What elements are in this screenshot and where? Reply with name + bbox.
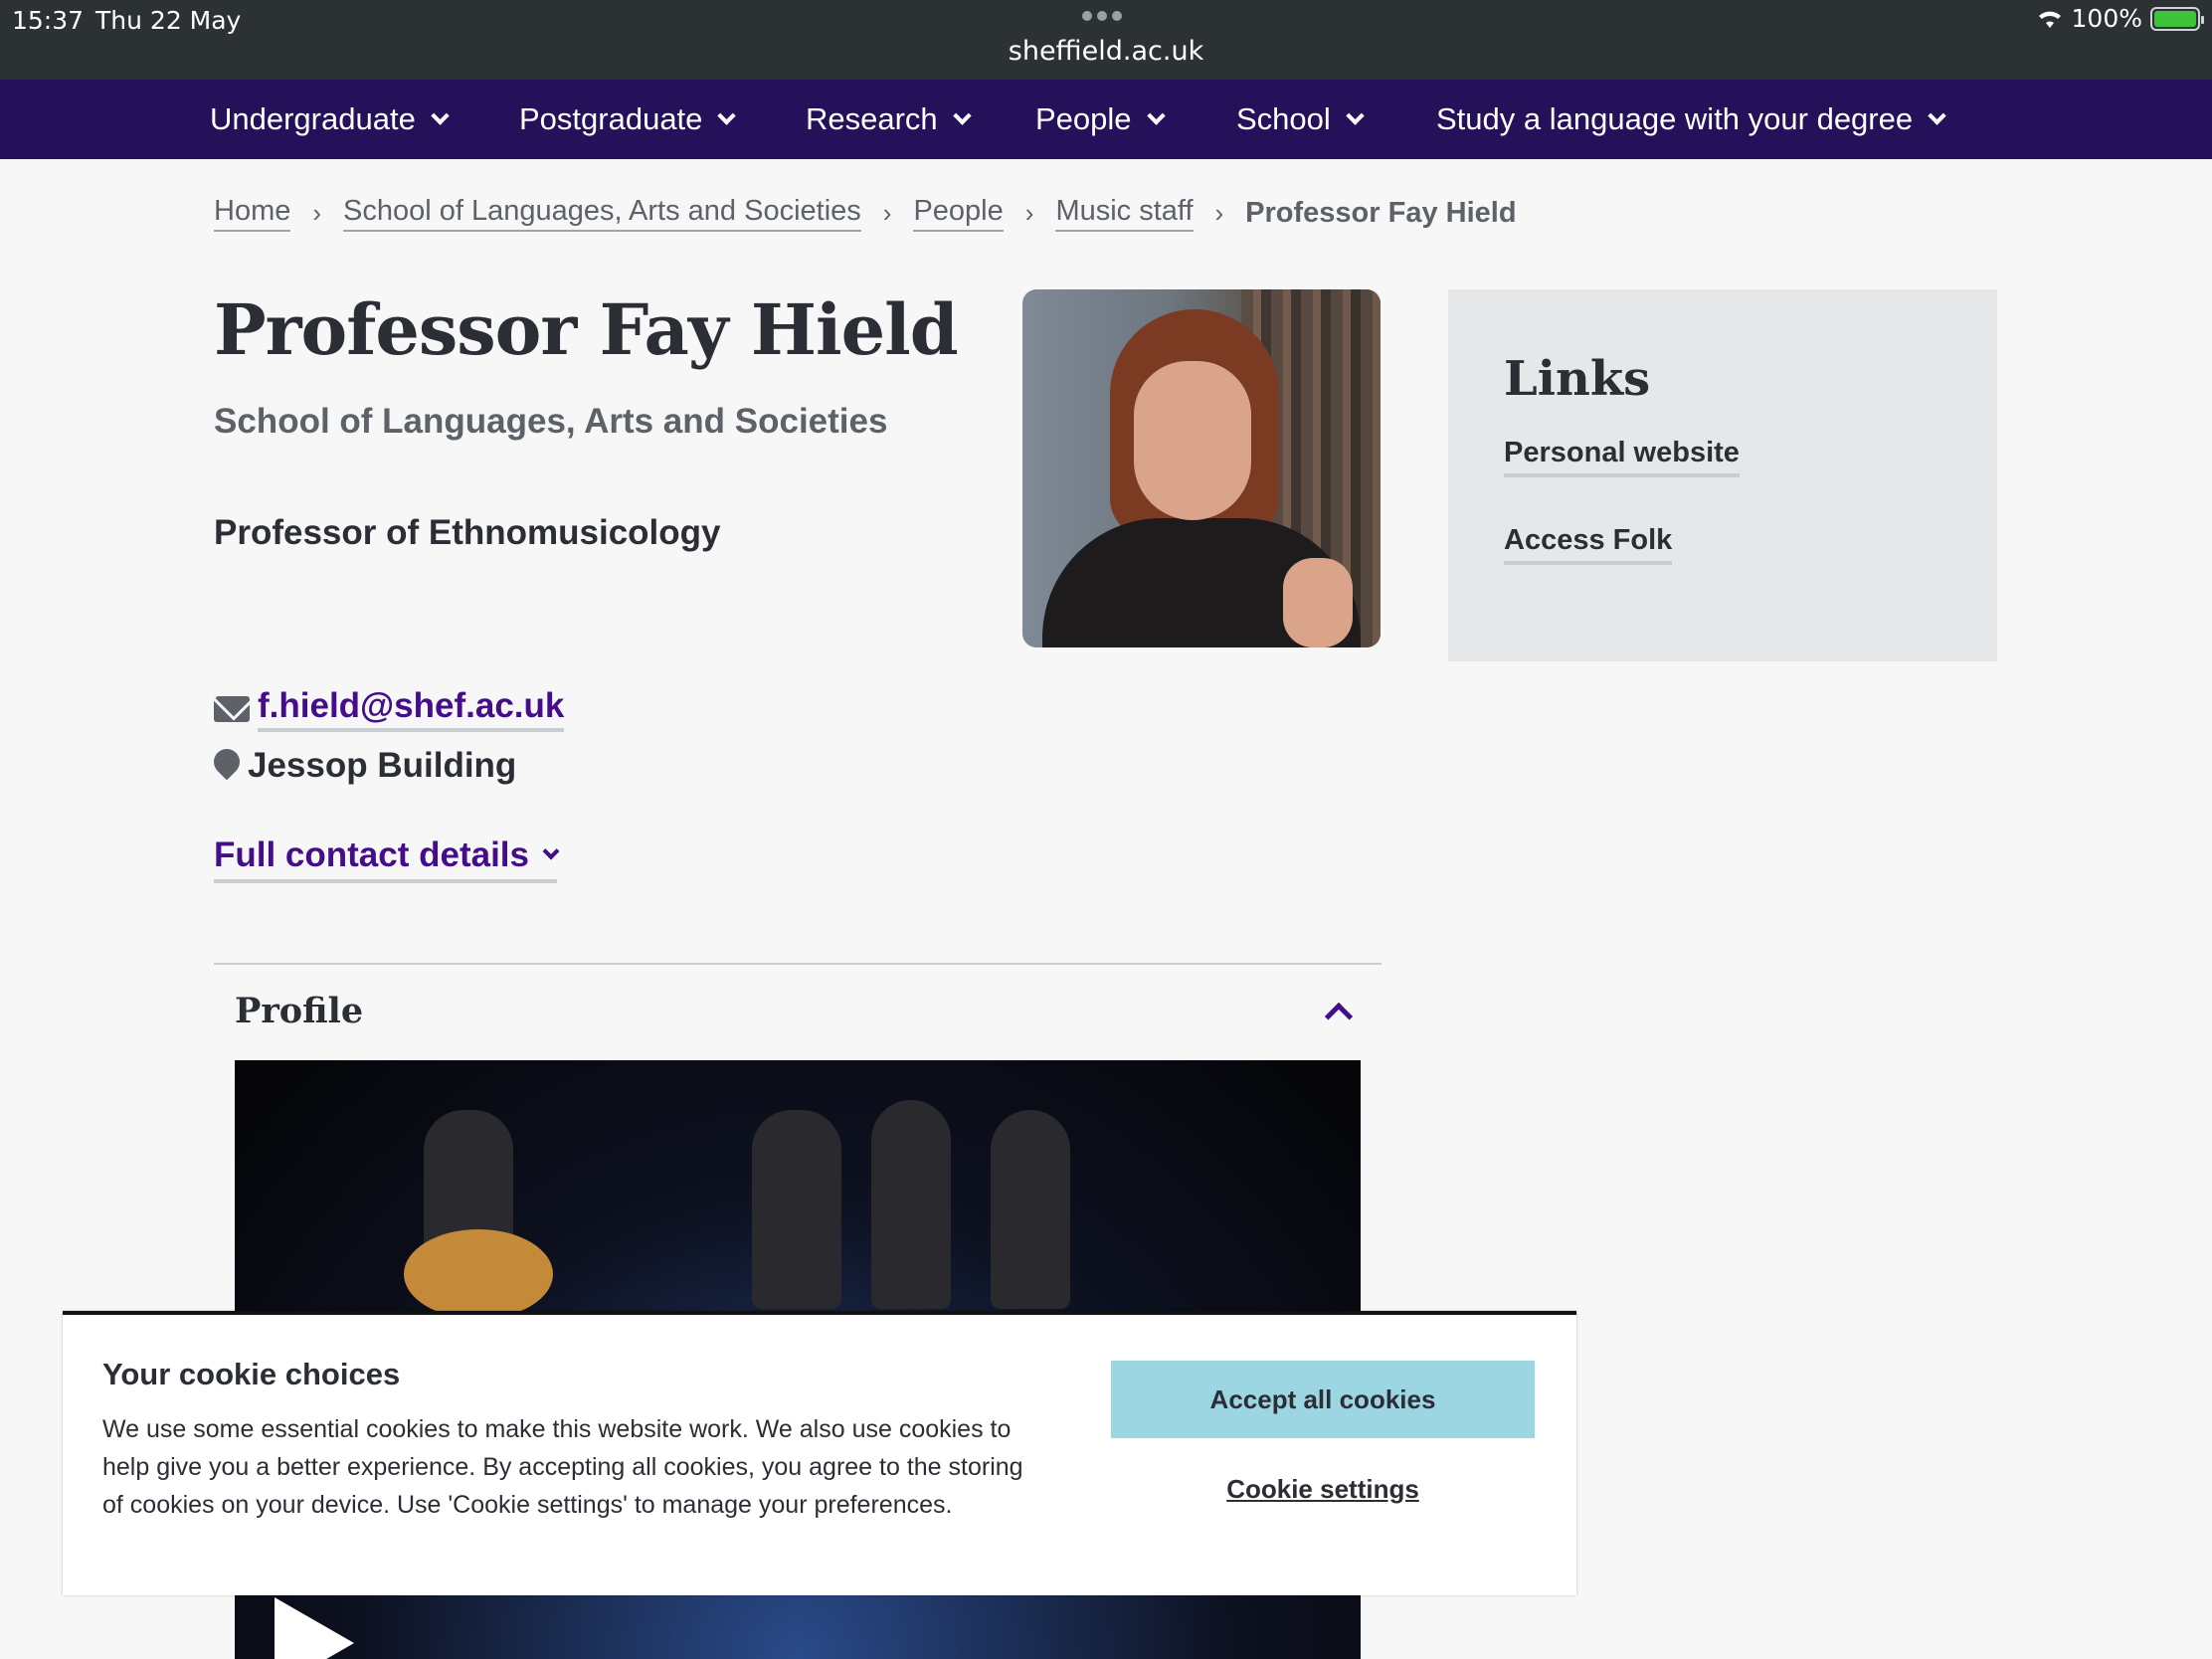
nav-undergraduate[interactable]: Undergraduate [210, 80, 450, 159]
nav-label: School [1236, 101, 1331, 136]
personal-website-link[interactable]: Personal website [1504, 437, 1740, 477]
chevron-down-icon [431, 105, 450, 125]
battery-icon [2150, 6, 2204, 31]
breadcrumb-separator-icon: › [1214, 198, 1224, 228]
battery-percent: 100% [2071, 4, 2142, 33]
nav-study-language[interactable]: Study a language with your degree [1436, 80, 1946, 159]
chevron-down-icon [717, 105, 737, 125]
breadcrumb-school[interactable]: School of Languages, Arts and Societies [343, 195, 861, 232]
nav-label: Undergraduate [210, 101, 416, 136]
breadcrumb-music-staff[interactable]: Music staff [1055, 195, 1194, 232]
nav-postgraduate[interactable]: Postgraduate [519, 80, 737, 159]
breadcrumb: Home › School of Languages, Arts and Soc… [214, 195, 1517, 232]
chevron-down-icon [1146, 105, 1166, 125]
page-title: Professor Fay Hield [214, 288, 959, 371]
accept-all-cookies-button[interactable]: Accept all cookies [1111, 1361, 1535, 1438]
links-heading: Links [1504, 351, 1651, 407]
email-row: f.hield@shef.ac.uk [214, 686, 565, 732]
links-panel: Links Personal website Access Folk [1448, 289, 1997, 661]
breadcrumb-people[interactable]: People [913, 195, 1004, 232]
chevron-down-icon [952, 105, 972, 125]
breadcrumb-separator-icon: › [882, 198, 892, 228]
main-nav: Undergraduate Postgraduate Research Peop… [0, 80, 2212, 159]
more-dots-icon[interactable] [1082, 8, 1130, 24]
breadcrumb-home[interactable]: Home [214, 195, 291, 232]
status-time: 15:37 [12, 6, 85, 35]
nav-people[interactable]: People [1035, 80, 1166, 159]
browser-status-bar: 15:37 Thu 22 May sheffield.ac.uk 100% [0, 0, 2212, 80]
full-contact-label: Full contact details [214, 835, 529, 874]
cookie-title: Your cookie choices [102, 1357, 401, 1391]
cookie-banner: Your cookie choices We use some essentia… [63, 1311, 1576, 1595]
wifi-icon [2038, 11, 2061, 28]
nav-label: People [1035, 101, 1132, 136]
profile-section-heading: Profile [235, 991, 364, 1031]
email-link[interactable]: f.hield@shef.ac.uk [258, 686, 565, 732]
location-row: Jessop Building [214, 746, 516, 786]
map-pin-icon [214, 749, 240, 783]
profile-photo [1022, 289, 1381, 647]
nav-label: Study a language with your degree [1436, 101, 1914, 136]
job-title: Professor of Ethnomusicology [214, 513, 721, 552]
play-icon[interactable] [275, 1597, 354, 1659]
cookie-settings-link[interactable]: Cookie settings [1111, 1474, 1535, 1505]
department-name: School of Languages, Arts and Societies [214, 402, 888, 441]
chevron-down-icon [1928, 105, 1946, 125]
nav-research[interactable]: Research [806, 80, 972, 159]
cookie-text: We use some essential cookies to make th… [102, 1415, 1023, 1519]
nav-label: Postgraduate [519, 101, 703, 136]
chevron-down-icon [1346, 105, 1365, 125]
nav-label: Research [806, 101, 938, 136]
section-divider [214, 963, 1382, 965]
breadcrumb-separator-icon: › [312, 198, 322, 228]
chevron-up-icon[interactable] [1324, 1002, 1354, 1031]
status-date: Thu 22 May [95, 6, 242, 35]
breadcrumb-separator-icon: › [1024, 198, 1034, 228]
chevron-down-icon [542, 842, 560, 860]
status-indicators: 100% [2036, 4, 2204, 33]
building-name: Jessop Building [248, 746, 517, 785]
breadcrumb-current: Professor Fay Hield [1245, 197, 1517, 229]
full-contact-toggle[interactable]: Full contact details [214, 835, 560, 883]
nav-school[interactable]: School [1236, 80, 1365, 159]
access-folk-link[interactable]: Access Folk [1504, 524, 1673, 565]
address-bar-url[interactable]: sheffield.ac.uk [0, 36, 2212, 67]
envelope-icon [214, 696, 250, 722]
